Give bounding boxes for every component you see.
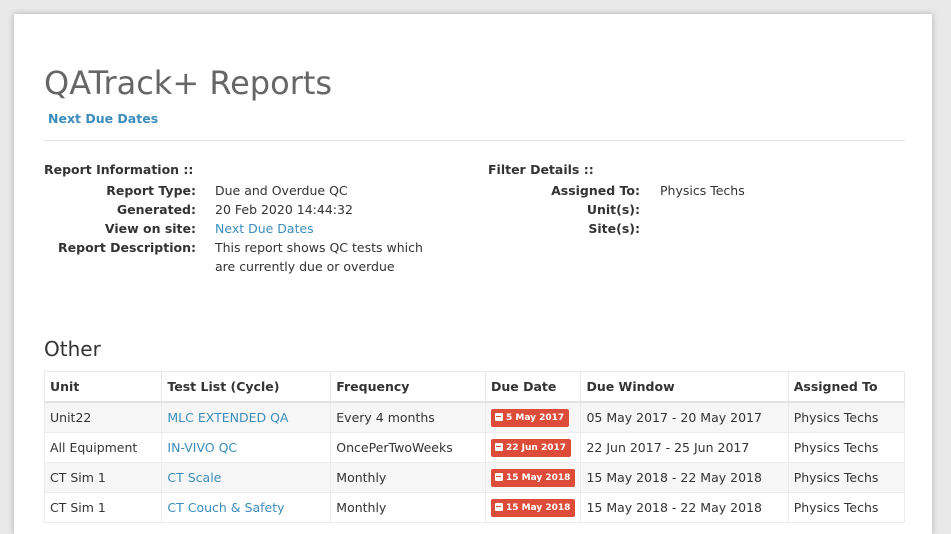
frequency-cell: Monthly bbox=[330, 462, 486, 493]
report-type-label: Report Type: bbox=[106, 183, 196, 198]
due-date-cell: 22 Jun 2017 bbox=[484, 432, 582, 463]
due-window-cell: 22 Jun 2017 - 25 Jun 2017 bbox=[580, 432, 789, 463]
unit-cell: CT Sim 1 bbox=[43, 492, 163, 523]
test-list-cell: CT Couch & Safety bbox=[161, 492, 332, 523]
column-header-assigned-to[interactable]: Assigned To bbox=[787, 371, 906, 403]
column-header-due-window[interactable]: Due Window bbox=[580, 371, 789, 403]
overdue-badge: 5 May 2017 bbox=[490, 408, 570, 427]
generated-label: Generated: bbox=[116, 202, 196, 217]
test-list-link[interactable]: MLC EXTENDED QA bbox=[167, 410, 288, 425]
filter-details-heading: Filter Details :: bbox=[488, 162, 594, 177]
sites-label: Site(s): bbox=[588, 221, 640, 236]
due-date-text: 15 May 2018 bbox=[505, 472, 571, 483]
test-list-cell: MLC EXTENDED QA bbox=[161, 401, 332, 433]
table-row: CT Sim 1 CT Couch & Safety Monthly 15 Ma… bbox=[43, 492, 906, 523]
table-row: Unit22 MLC EXTENDED QA Every 4 months 5 … bbox=[43, 401, 906, 433]
report-type-value: Due and Overdue QC bbox=[215, 183, 348, 198]
due-date-text: 5 May 2017 bbox=[505, 412, 565, 423]
view-on-site-link[interactable]: Next Due Dates bbox=[215, 219, 430, 238]
column-header-unit[interactable]: Unit bbox=[43, 371, 163, 403]
test-list-link[interactable]: IN-VIVO QC bbox=[167, 440, 237, 455]
due-date-cell: 15 May 2018 bbox=[484, 462, 582, 493]
report-description-row: Report Description: This report shows QC… bbox=[44, 238, 484, 276]
due-date-cell: 15 May 2018 bbox=[484, 492, 582, 523]
table-row: CT Sim 1 CT Scale Monthly 15 May 2018 15… bbox=[43, 462, 906, 493]
minus-square-icon bbox=[494, 472, 503, 481]
section-title: Other bbox=[44, 337, 101, 361]
sites-row: Site(s): bbox=[488, 219, 918, 238]
due-date-text: 15 May 2018 bbox=[505, 502, 571, 513]
frequency-cell: OncePerTwoWeeks bbox=[330, 432, 486, 463]
assigned-to-cell: Physics Techs bbox=[787, 401, 906, 433]
overdue-badge: 15 May 2018 bbox=[490, 468, 576, 487]
column-header-test-list[interactable]: Test List (Cycle) bbox=[161, 371, 332, 403]
report-description-label: Report Description: bbox=[58, 240, 196, 255]
due-qc-table: Unit Test List (Cycle) Frequency Due Dat… bbox=[43, 371, 906, 523]
unit-cell: CT Sim 1 bbox=[43, 462, 163, 493]
frequency-cell: Monthly bbox=[330, 492, 486, 523]
report-information-heading: Report Information :: bbox=[44, 162, 194, 177]
next-due-dates-link[interactable]: Next Due Dates bbox=[48, 111, 158, 126]
assigned-to-row: Assigned To: Physics Techs bbox=[488, 181, 918, 200]
report-type-row: Report Type: Due and Overdue QC bbox=[44, 181, 484, 200]
minus-square-icon bbox=[494, 442, 503, 451]
assigned-to-value: Physics Techs bbox=[660, 183, 745, 198]
assigned-to-cell: Physics Techs bbox=[787, 492, 906, 523]
test-list-link[interactable]: CT Scale bbox=[167, 470, 221, 485]
header-divider bbox=[44, 140, 905, 141]
test-list-link[interactable]: CT Couch & Safety bbox=[167, 500, 284, 515]
page-title: QATrack+ Reports bbox=[44, 64, 333, 102]
view-on-site-label: View on site: bbox=[104, 221, 196, 236]
table-header-row: Unit Test List (Cycle) Frequency Due Dat… bbox=[43, 371, 906, 403]
minus-square-icon bbox=[494, 412, 503, 421]
assigned-to-cell: Physics Techs bbox=[787, 432, 906, 463]
report-page: QATrack+ Reports Next Due Dates Report I… bbox=[14, 14, 932, 534]
due-window-cell: 05 May 2017 - 20 May 2017 bbox=[580, 401, 789, 433]
units-row: Unit(s): bbox=[488, 200, 918, 219]
frequency-cell: Every 4 months bbox=[330, 401, 486, 433]
report-description-value: This report shows QC tests which are cur… bbox=[215, 240, 423, 274]
overdue-badge: 22 Jun 2017 bbox=[490, 438, 571, 457]
view-on-site-row: View on site: Next Due Dates bbox=[44, 219, 484, 238]
assigned-to-cell: Physics Techs bbox=[787, 462, 906, 493]
column-header-due-date[interactable]: Due Date bbox=[484, 371, 582, 403]
test-list-cell: CT Scale bbox=[161, 462, 332, 493]
generated-value: 20 Feb 2020 14:44:32 bbox=[215, 202, 353, 217]
units-label: Unit(s): bbox=[586, 202, 640, 217]
due-date-text: 22 Jun 2017 bbox=[505, 442, 566, 453]
overdue-badge: 15 May 2018 bbox=[490, 498, 576, 517]
due-window-cell: 15 May 2018 - 22 May 2018 bbox=[580, 492, 789, 523]
assigned-to-label: Assigned To: bbox=[551, 183, 640, 198]
unit-cell: Unit22 bbox=[43, 401, 163, 433]
table-row: All Equipment IN-VIVO QC OncePerTwoWeeks… bbox=[43, 432, 906, 463]
due-window-cell: 15 May 2018 - 22 May 2018 bbox=[580, 462, 789, 493]
generated-row: Generated: 20 Feb 2020 14:44:32 bbox=[44, 200, 484, 219]
column-header-frequency[interactable]: Frequency bbox=[330, 371, 486, 403]
minus-square-icon bbox=[494, 502, 503, 511]
filter-details: Filter Details :: Assigned To: Physics T… bbox=[488, 162, 918, 238]
test-list-cell: IN-VIVO QC bbox=[161, 432, 332, 463]
due-date-cell: 5 May 2017 bbox=[484, 401, 582, 433]
report-information: Report Information :: Report Type: Due a… bbox=[44, 162, 484, 276]
unit-cell: All Equipment bbox=[43, 432, 163, 463]
